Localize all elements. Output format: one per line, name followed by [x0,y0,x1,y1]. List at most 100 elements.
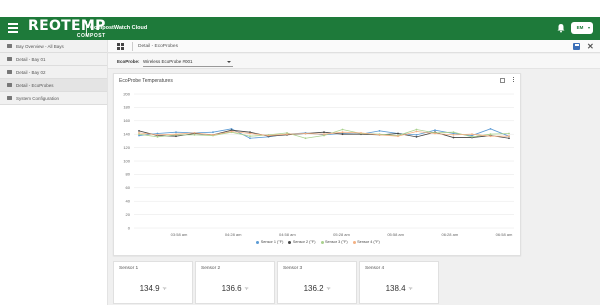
data-point-sensor-4 [267,134,270,137]
data-point-sensor-1 [489,127,492,130]
y-tick-label: 0 [128,225,131,230]
legend-item-sensor-2[interactable]: Sensor 2 (°F) [288,240,316,244]
sidebar-item-label: Bay Overview - All Bays [16,43,64,49]
data-point-sensor-4 [378,133,381,136]
list-icon [7,57,12,61]
app-name: CompostWatch Cloud [90,25,148,31]
legend-swatch [288,240,292,244]
x-tick-label: 06:28 am [441,232,458,237]
probe-select[interactable]: Wireless EcoProbe #001 [143,59,233,64]
toolbar: Detail - EcoProbes ✕ [108,40,600,53]
data-point-sensor-1 [434,129,436,132]
data-point-sensor-4 [489,135,492,138]
data-point-sensor-2 [341,133,344,136]
logo-divider [86,21,87,36]
sidebar-item-label: Detail - Bay 01 [16,56,46,62]
data-point-sensor-3 [341,128,344,131]
bell-icon[interactable] [556,23,566,33]
y-tick-label: 160 [123,118,130,123]
calendar-icon[interactable] [500,78,505,83]
data-point-sensor-4 [397,135,399,138]
chart-title: EcoProbe Temperatures [119,78,173,84]
sensor-value-wrap: 136.6 °F [196,284,274,293]
legend-label: Sensor 1 (°F) [260,240,284,244]
legend-swatch [256,240,260,244]
sensor-value: 136.6 [221,284,242,293]
sensor-value-wrap: 138.4 °F [360,284,438,293]
save-icon[interactable] [573,43,580,50]
legend-item-sensor-1[interactable]: Sensor 1 (°F) [256,240,283,244]
data-point-sensor-3 [156,135,159,138]
probe-select-underline [143,66,233,67]
sensor-unit: °F [162,286,167,291]
sensor-card-1: Sensor 1 134.9 °F [113,261,193,304]
x-tick-label: 03:58 am [171,232,188,237]
data-point-sensor-4 [230,130,233,133]
data-point-sensor-3 [415,128,418,131]
close-icon[interactable]: ✕ [587,42,594,51]
y-tick-label: 140 [123,132,130,137]
data-point-sensor-3 [508,132,510,135]
x-tick-label: 05:58 am [387,232,404,237]
chart-card: EcoProbe Temperatures 0 20 40 60 80 100 120 140… [113,73,521,256]
top-bar: REOTEMP COMPOST CompostWatch Cloud EM [0,17,600,40]
x-tick-label: 05:28 am [333,232,350,237]
legend-label: Sensor 4 (°F) [357,240,380,244]
sidebar: Bay Overview - All Bays Detail - Bay 01 … [0,40,108,305]
hamburger-menu-icon[interactable] [8,23,18,33]
data-point-sensor-4 [434,132,436,135]
sidebar-item-bay-overview[interactable]: Bay Overview - All Bays [0,40,107,53]
x-tick-label: 06:58 am [496,232,513,237]
sensor-card-3: Sensor 3 136.2 °F [277,261,357,304]
data-point-sensor-2 [397,132,399,135]
sensor-value: 138.4 [385,284,406,293]
x-tick-label: 04:58 am [279,232,296,237]
data-point-sensor-4 [138,131,140,134]
data-point-sensor-2 [323,131,325,134]
legend-label: Sensor 2 (°F) [292,240,316,244]
data-point-sensor-4 [286,133,288,136]
y-tick-label: 100 [123,158,130,163]
sensor-unit: °F [408,286,413,291]
y-tick-label: 180 [123,105,130,110]
toolbar-divider [132,42,133,51]
more-vert-icon[interactable] [512,77,514,84]
data-point-sensor-2 [138,129,140,132]
sidebar-item-ecoprobes[interactable]: Detail - EcoProbes [0,79,107,92]
data-point-sensor-4 [156,133,159,136]
sensor-name: Sensor 4 [365,266,385,271]
probe-selector-bar: EcoProbe: Wireless EcoProbe #001 [108,54,600,69]
sidebar-item-bay-01[interactable]: Detail - Bay 01 [0,53,107,66]
sidebar-item-label: Detail - Bay 02 [16,69,46,75]
data-point-sensor-3 [489,133,492,136]
data-point-sensor-3 [471,135,473,138]
data-point-sensor-4 [193,131,196,134]
data-point-sensor-4 [508,135,510,138]
sidebar-item-label: Detail - EcoProbes [16,82,54,88]
data-point-sensor-3 [304,137,307,140]
legend-item-sensor-3[interactable]: Sensor 3 (°F) [320,240,348,244]
sidebar-item-label: System Configuration [16,95,60,101]
y-tick-label: 40 [126,199,131,204]
chart-legend: Sensor 1 (°F) Sensor 2 (°F) Sensor 3 (°F) S… [114,240,522,244]
sidebar-item-bay-02[interactable]: Detail - Bay 02 [0,66,107,79]
data-point-sensor-4 [304,132,307,135]
user-menu-button[interactable]: EM [571,22,593,34]
probe-label: EcoProbe: [117,59,140,64]
sensor-unit: °F [326,286,331,291]
sensor-value-wrap: 134.9 °F [114,284,192,293]
sensor-name: Sensor 1 [119,266,139,271]
legend-swatch [352,240,356,244]
sensor-name: Sensor 2 [201,266,221,271]
data-point-sensor-1 [378,129,381,132]
legend-item-sensor-4[interactable]: Sensor 4 (°F) [352,240,380,244]
data-point-sensor-1 [249,137,251,140]
chevron-down-icon[interactable] [227,60,231,63]
grid-icon[interactable] [117,43,124,50]
legend-swatch [320,240,324,244]
y-tick-label: 200 [123,91,130,96]
legend-label: Sensor 3 (°F) [325,240,348,244]
sidebar-item-system-configuration[interactable]: System Configuration [0,92,107,105]
data-point-sensor-4 [249,132,251,135]
y-tick-label: 20 [126,212,131,217]
